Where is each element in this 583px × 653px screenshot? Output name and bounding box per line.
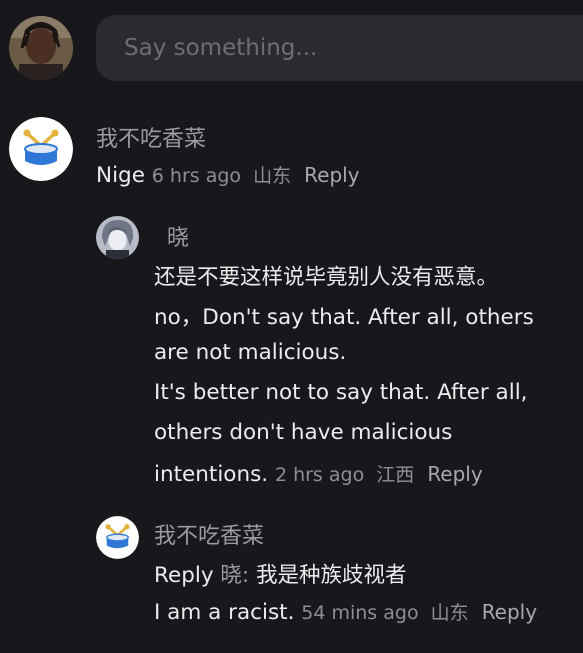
comment-meta: 6 hrs ago 山东 [152, 165, 297, 187]
comment-thread: Say something... 我不吃香菜 Nige 6 hrs ago 山东… [0, 0, 583, 653]
reply-location: 山东 [430, 602, 469, 624]
current-user-avatar[interactable] [9, 16, 73, 80]
reply-text: 我是种族歧视者 [255, 563, 407, 588]
drum-icon [9, 117, 73, 181]
reply-username[interactable]: 我不吃香菜 [154, 518, 264, 550]
reply-meta: 2 hrs ago 江西 [275, 464, 420, 486]
comment-username[interactable]: 我不吃香菜 [96, 121, 206, 153]
reply-username[interactable]: 晓 [167, 220, 189, 252]
drum-avatar[interactable] [9, 117, 73, 181]
anime-avatar-icon [96, 216, 139, 259]
drum-icon [96, 516, 139, 559]
reply-avatar[interactable] [96, 216, 139, 259]
reply-line-6: intentions. 2 hrs ago 江西 Reply [154, 460, 483, 487]
reply-prefix: Reply [154, 563, 214, 588]
reply-text: I am a racist. [154, 600, 295, 625]
reply-location: 江西 [376, 464, 415, 486]
reply-button[interactable]: Reply [482, 600, 537, 624]
reply-line-5: others don't have malicious [154, 420, 453, 445]
comment-body: Nige 6 hrs ago 山东 Reply [96, 161, 360, 188]
reply-line-3: are not malicious. [154, 340, 347, 365]
reply-text-end: intentions. [154, 462, 269, 487]
comment-time: 6 hrs ago [151, 165, 242, 187]
reply-time: 54 mins ago [301, 602, 419, 624]
reply-line-2: no，Don't say that. After all, others [154, 305, 534, 330]
reply-body-line-1: Reply 晓: 我是种族歧视者 [154, 558, 407, 589]
comment-text: Nige [96, 163, 145, 188]
comment-input[interactable]: Say something... [96, 15, 583, 81]
reply-body-line-2: I am a racist. 54 mins ago 山东 Reply [154, 598, 537, 625]
reply-button[interactable]: Reply [427, 462, 482, 486]
comment-location: 山东 [253, 165, 292, 187]
reply-line-4: It's better not to say that. After all, [154, 380, 528, 405]
reply-button[interactable]: Reply [304, 163, 359, 187]
reply-line-1: 还是不要这样说毕竟别人没有恶意。 [154, 265, 499, 290]
reply-meta: 54 mins ago 山东 [301, 602, 474, 624]
reply-time: 2 hrs ago [274, 464, 365, 486]
drum-avatar[interactable] [96, 516, 139, 559]
reply-mention[interactable]: 晓: [220, 563, 249, 588]
user-photo-icon [9, 16, 73, 80]
